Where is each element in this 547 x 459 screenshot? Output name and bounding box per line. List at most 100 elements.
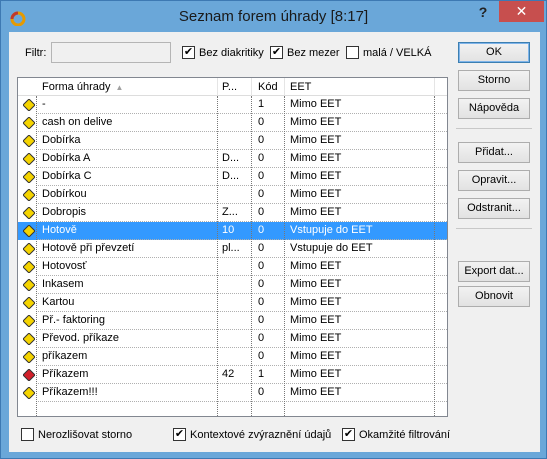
table-row[interactable]: příkazem 0 Mimo EET [18,348,447,366]
cell-p: D... [222,152,240,164]
cell-kod: 1 [258,98,265,110]
cell-eet: Mimo EET [290,170,342,182]
ok-button[interactable]: OK [458,42,530,63]
cell-eet: Mimo EET [290,350,342,362]
table-row[interactable]: Hotově při převzetí pl... 0 Vstupuje do EET [18,240,447,258]
cell-kod: 0 [258,314,265,326]
filter-input[interactable] [51,42,171,63]
checkbox-box[interactable]: ✔ [342,428,355,441]
cell-kod: 0 [258,116,265,128]
checkbox-box[interactable]: ✔ [173,428,186,441]
cell-kod: 0 [258,152,265,164]
cell-kod: 0 [258,296,265,308]
cell-forma: Př.- faktoring [42,314,105,326]
payment-type-diamond-icon [23,351,35,363]
cell-forma: Inkasem [42,278,84,290]
payment-type-diamond-icon [23,279,35,291]
cell-kod: 0 [258,242,265,254]
table-row[interactable]: Kartou 0 Mimo EET [18,294,447,312]
payment-forms-grid[interactable]: Forma úhrady ▲ P... Kód EET -1 Mimo EET cas… [17,77,448,417]
filter-label: Filtr: [25,47,47,59]
cell-forma: Dobírka A [42,152,91,164]
cell-forma: Dobírkou [42,188,87,200]
close-button[interactable]: ✕ [499,1,544,22]
checkbox-mala-velka[interactable]: malá / VELKÁ [346,46,431,59]
table-row[interactable]: Hotově 10 0 Vstupuje do EET [18,222,447,240]
cell-p: 42 [222,368,235,380]
table-row[interactable]: Dobírka 0 Mimo EET [18,132,447,150]
column-header-kod[interactable]: Kód [258,81,278,93]
cell-eet: Mimo EET [290,368,342,380]
cell-kod: 0 [258,170,265,182]
payment-type-diamond-icon [23,171,35,183]
cell-forma: Hotovosť [42,260,87,272]
checkbox-box[interactable]: ✔ [182,46,195,59]
table-row[interactable]: cash on delive 0 Mimo EET [18,114,447,132]
cell-eet: Vstupuje do EET [290,242,373,254]
dialog-window: Seznam forem úhrady [8:17] ? ✕ Filtr: ✔ … [0,0,547,459]
cell-forma: příkazem [42,350,88,362]
cell-forma: Dobírka C [42,170,92,182]
payment-type-diamond-icon [23,261,35,273]
title-bar[interactable]: Seznam forem úhrady [8:17] ? ✕ [1,1,546,32]
cell-forma: Kartou [42,296,75,308]
payment-type-diamond-icon [23,153,35,165]
column-header-forma[interactable]: Forma úhrady ▲ [42,81,123,93]
storno-button[interactable]: Storno [458,70,530,91]
cell-kod: 0 [258,386,265,398]
cell-eet: Mimo EET [290,332,342,344]
table-row[interactable]: Hotovosť 0 Mimo EET [18,258,447,276]
table-row[interactable]: Př.- faktoring 0 Mimo EET [18,312,447,330]
checkbox-box[interactable]: ✔ [270,46,283,59]
cell-eet: Mimo EET [290,98,342,110]
table-row[interactable]: Dobírkou 0 Mimo EET [18,186,447,204]
payment-type-diamond-icon [23,225,35,237]
payment-type-diamond-icon [23,387,35,399]
cell-eet: Mimo EET [290,296,342,308]
payment-type-diamond-icon [23,369,35,381]
add-button[interactable]: Přidat... [458,142,530,163]
payment-type-diamond-icon [23,207,35,219]
help-napoveda-button[interactable]: Nápověda [458,98,530,119]
checkbox-bez-diakritiky[interactable]: ✔ Bez diakritiky [182,46,264,59]
checkbox-label: Okamžité filtrování [359,428,451,441]
table-row[interactable]: Převod. příkaze 0 Mimo EET [18,330,447,348]
cell-forma: Hotově při převzetí [42,242,135,254]
cell-kod: 0 [258,350,265,362]
cell-eet: Mimo EET [290,386,342,398]
cell-eet: Mimo EET [290,206,342,218]
checkbox-box[interactable] [21,428,34,441]
table-row[interactable]: Dobropis Z... 0 Mimo EET [18,204,447,222]
checkbox-box[interactable] [346,46,359,59]
table-row[interactable]: - 1 Mimo EET [18,96,447,114]
cell-eet: Mimo EET [290,278,342,290]
payment-type-diamond-icon [23,333,35,345]
checkbox-label: Bez diakritiky [199,46,264,59]
refresh-button[interactable]: Obnovit [458,286,530,307]
edit-button[interactable]: Opravit... [458,170,530,191]
table-row[interactable]: Příkazem 42 1 Mimo EET [18,366,447,384]
cell-kod: 1 [258,368,265,380]
export-button[interactable]: Export dat... [458,261,530,282]
checkbox-bez-mezer[interactable]: ✔ Bez mezer [270,46,340,59]
column-header-p[interactable]: P... [222,81,237,93]
help-button[interactable]: ? [469,2,497,22]
checkbox-okamzite-filtrovani[interactable]: ✔ Okamžité filtrování [342,428,450,441]
window-title: Seznam forem úhrady [8:17] [178,8,369,25]
column-header-eet[interactable]: EET [290,81,311,93]
cell-forma: Převod. příkaze [42,332,120,344]
cell-kod: 0 [258,206,265,218]
table-row[interactable]: Dobírka C D... 0 Mimo EET [18,168,447,186]
payment-type-diamond-icon [23,99,35,111]
table-row[interactable]: Dobírka A D... 0 Mimo EET [18,150,447,168]
checkbox-nerozlisovat-storno[interactable]: Nerozlišovat storno [21,428,132,441]
checkbox-kontextove-zvyrazneni[interactable]: ✔ Kontextové zvýraznění údajů [173,428,331,441]
payment-type-diamond-icon [23,315,35,327]
cell-kod: 0 [258,224,265,236]
delete-button[interactable]: Odstranit... [458,198,530,219]
cell-p: pl... [222,242,240,254]
table-row[interactable]: Příkazem!!! 0 Mimo EET [18,384,447,402]
cell-kod: 0 [258,134,265,146]
cell-forma: cash on delive [42,116,113,128]
table-row[interactable]: Inkasem 0 Mimo EET [18,276,447,294]
